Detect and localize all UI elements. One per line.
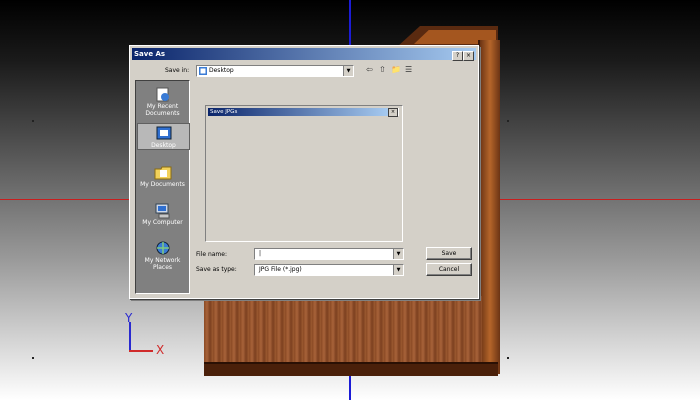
inner-window-title: Save JPGs <box>210 109 238 115</box>
gizmo-y-axis <box>129 322 131 352</box>
save-as-type-label: Save as type: <box>196 266 237 273</box>
network-places-icon <box>156 241 169 255</box>
save-in-label: Save in: <box>165 67 190 74</box>
cabinet-bottom <box>204 362 498 376</box>
views-menu-icon[interactable]: ☰ <box>405 65 412 75</box>
up-folder-icon[interactable]: ⇧ <box>379 65 386 75</box>
chevron-down-icon[interactable]: ▼ <box>393 249 403 259</box>
gizmo-x-axis <box>129 350 153 352</box>
dialog-titlebar[interactable]: Save As ? × <box>132 48 476 61</box>
help-button[interactable]: ? <box>452 51 463 61</box>
cabinet-front <box>204 296 482 366</box>
close-button[interactable]: × <box>463 51 474 61</box>
cancel-button[interactable]: Cancel <box>426 263 472 276</box>
place-recent-documents[interactable]: My Recent Documents <box>137 85 188 117</box>
new-folder-icon[interactable]: 📁 <box>391 65 401 75</box>
place-network-places[interactable]: My Network Places <box>137 239 188 271</box>
recent-documents-icon <box>156 87 169 102</box>
save-as-dialog: Save As ? × Save in: Desktop ▼ ⇦ ⇧ 📁 ☰ M… <box>129 45 479 299</box>
file-name-field[interactable]: | ▼ <box>254 248 404 260</box>
my-documents-icon <box>154 166 171 180</box>
file-name-value: | <box>259 250 262 257</box>
grid-dot <box>507 357 509 359</box>
chevron-down-icon[interactable]: ▼ <box>343 66 353 76</box>
chevron-down-icon[interactable]: ▼ <box>393 265 403 275</box>
back-icon[interactable]: ⇦ <box>366 65 373 75</box>
gizmo-y-label: Y <box>125 311 133 325</box>
places-bar: My Recent Documents Desktop My Documents… <box>135 80 190 294</box>
inner-window-titlebar[interactable]: Save JPGs × <box>208 108 399 117</box>
dialog-title: Save As <box>134 50 166 58</box>
save-as-type-value: JPG File (*.jpg) <box>259 266 302 273</box>
desktop-icon <box>156 126 171 140</box>
save-as-type-dropdown[interactable]: JPG File (*.jpg) ▼ <box>254 264 404 276</box>
inner-window-title-bar: Save JPGs <box>208 108 388 116</box>
save-in-dropdown[interactable]: Desktop ▼ <box>196 65 354 77</box>
save-in-value: Desktop <box>209 67 234 74</box>
place-label: My Computer <box>142 219 183 226</box>
file-list-area[interactable]: Save JPGs × <box>205 105 403 242</box>
place-label: My Network Places <box>144 257 181 271</box>
grid-dot <box>507 120 509 122</box>
file-name-label: File name: <box>196 251 227 258</box>
desktop-small-icon <box>199 67 207 75</box>
place-label: Desktop <box>151 142 176 149</box>
place-my-computer[interactable]: My Computer <box>137 201 188 226</box>
save-button[interactable]: Save <box>426 247 472 260</box>
place-desktop[interactable]: Desktop <box>137 123 190 150</box>
gizmo-x-label: X <box>156 343 165 357</box>
grid-dot <box>32 357 34 359</box>
my-computer-icon <box>155 203 169 219</box>
place-label: My Documents <box>140 181 185 188</box>
place-my-documents[interactable]: My Documents <box>137 163 188 188</box>
place-label: My Recent Documents <box>145 103 180 117</box>
inner-close-icon[interactable]: × <box>388 108 398 117</box>
grid-dot <box>32 120 34 122</box>
